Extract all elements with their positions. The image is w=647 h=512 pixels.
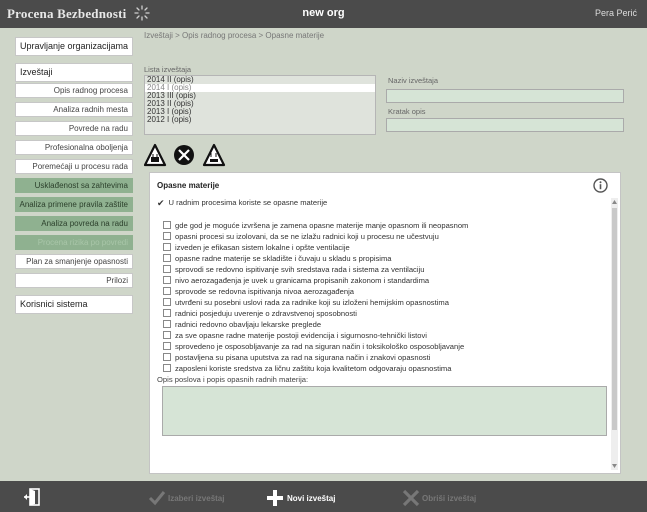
sidebar-item-izvestaji[interactable]: Izveštaji bbox=[15, 63, 133, 82]
checkbox-label: nivo aerozagađenja je uvek u granicama p… bbox=[175, 276, 430, 285]
checkbox-row[interactable]: sprovodi se redovno ispitivanje svih sre… bbox=[163, 265, 424, 275]
breadcrumb: Izveštaji > Opis radnog procesa > Opasne… bbox=[144, 31, 325, 40]
sidebar-subitem-analiza-radnih-mesta[interactable]: Analiza radnih mesta bbox=[15, 102, 133, 117]
checkbox-row[interactable]: radnici posjeduju uverenje o zdravstveno… bbox=[163, 309, 357, 319]
checkbox[interactable] bbox=[163, 298, 171, 306]
hazard-icons bbox=[144, 143, 226, 167]
exit-icon[interactable] bbox=[24, 488, 40, 506]
checkbox[interactable] bbox=[163, 265, 171, 273]
checkbox-label: postavljena su pisana uputstva za rad na… bbox=[175, 353, 431, 362]
top-bar: Procena Bezbednosti new org Pera Perić bbox=[0, 0, 647, 28]
checkbox[interactable] bbox=[163, 364, 171, 372]
sidebar-subitem-analiza-povreda[interactable]: Analiza povreda na radu bbox=[15, 216, 133, 231]
sidebar-subitem-opis-radnog-procesa[interactable]: Opis radnog procesa bbox=[15, 83, 133, 98]
opasne-materije-panel: Opasne materije ✔ U radnim procesima kori… bbox=[149, 172, 621, 474]
checkbox[interactable] bbox=[163, 276, 171, 284]
sidebar-subitem-procena-rizika: Procena rizika po povredi bbox=[15, 235, 133, 250]
naziv-input[interactable] bbox=[386, 89, 624, 103]
checkbox[interactable] bbox=[163, 243, 171, 251]
checkbox[interactable] bbox=[163, 254, 171, 262]
checkbox-label: izveden je efikasan sistem lokalne i opš… bbox=[175, 243, 350, 252]
checkbox-label: sprovedeno je osposobljavanje za rad na … bbox=[175, 342, 465, 351]
checkbox-row[interactable]: postavljena su pisana uputstva za rad na… bbox=[163, 353, 430, 363]
checkbox-row[interactable]: gde god je moguće izvršena je zamena opa… bbox=[163, 221, 468, 231]
checkbox[interactable] bbox=[163, 232, 171, 240]
sidebar-item-korisnici-sistema[interactable]: Korisnici sistema bbox=[15, 295, 133, 314]
kratak-opis-label: Kratak opis bbox=[388, 107, 426, 116]
checkbox-label: radnici redovno obavljaju lekarske pregl… bbox=[175, 320, 322, 329]
main-checkbox-row[interactable]: ✔ U radnim procesima koriste se opasne ma… bbox=[157, 198, 327, 208]
main-area: Izveštaji > Opis radnog procesa > Opasne… bbox=[137, 28, 647, 481]
checkbox-row[interactable]: nivo aerozagađenja je uvek u granicama p… bbox=[163, 276, 429, 286]
select-report-button: Izaberi izveštaj bbox=[168, 494, 225, 503]
kratak-opis-input[interactable] bbox=[386, 118, 624, 132]
checkbox-row[interactable]: sprovedeno je osposobljavanje za rad na … bbox=[163, 342, 464, 352]
org-name: new org bbox=[302, 7, 345, 19]
opis-poslova-textarea[interactable] bbox=[162, 386, 607, 436]
sidebar: Upravljanje organizacijama Izveštaji Opi… bbox=[0, 28, 137, 481]
check-icon bbox=[148, 491, 166, 506]
sidebar-subitem-poremecaji[interactable]: Poremećaji u procesu rada bbox=[15, 159, 133, 174]
delete-x-icon bbox=[402, 489, 420, 507]
hazard-warning-icon[interactable] bbox=[144, 143, 167, 167]
naziv-label: Naziv izveštaja bbox=[388, 76, 439, 85]
opis-poslova-label: Opis poslova i popis opasnih radnih mate… bbox=[157, 375, 309, 384]
checkbox-label: utvrđeni su posebni uslovi rada za radni… bbox=[175, 298, 449, 307]
checkbox-row[interactable]: izveden je efikasan sistem lokalne i opš… bbox=[163, 243, 350, 253]
sidebar-subitem-profesionalna-oboljenja[interactable]: Profesionalna oboljenja bbox=[15, 140, 133, 155]
report-list-item[interactable]: 2012 I (opis) bbox=[145, 116, 375, 124]
checkbox[interactable] bbox=[163, 221, 171, 229]
sidebar-subitem-analiza-primene[interactable]: Analiza primene pravila zaštite bbox=[15, 197, 133, 212]
checkbox-row[interactable]: zaposleni koriste sredstva za ličnu zašt… bbox=[163, 364, 451, 374]
sidebar-subitem-prilozi[interactable]: Prilozi bbox=[15, 273, 133, 288]
checkbox-label: sprovode se redovna ispitivanja nivoa ae… bbox=[175, 287, 354, 296]
checkbox-row[interactable]: za sve opasne radne materije postoji evi… bbox=[163, 331, 427, 341]
checkbox[interactable] bbox=[163, 287, 171, 295]
checkbox[interactable] bbox=[163, 331, 171, 339]
checkbox-label: radnici posjeduju uverenje o zdravstveno… bbox=[175, 309, 357, 318]
checkbox-row[interactable]: utvrđeni su posebni uslovi rada za radni… bbox=[163, 298, 449, 308]
checkbox[interactable] bbox=[163, 320, 171, 328]
checkbox-label: sprovodi se redovno ispitivanje svih sre… bbox=[175, 265, 425, 274]
checkbox-row[interactable]: opasne radne materije se skladište i čuv… bbox=[163, 254, 392, 264]
corrosive-hazard-icon[interactable] bbox=[202, 143, 226, 167]
checkbox[interactable] bbox=[163, 342, 171, 350]
sidebar-item-upravljanje-organizacijama[interactable]: Upravljanje organizacijama bbox=[15, 37, 133, 56]
section-title: Opasne materije bbox=[157, 181, 220, 190]
checkbox-label: gde god je moguće izvršena je zamena opa… bbox=[175, 221, 469, 230]
user-name[interactable]: Pera Perić bbox=[595, 8, 637, 18]
checkbox-label: opasne radne materije se skladište i čuv… bbox=[175, 254, 392, 263]
delete-report-button: Obriši izveštaj bbox=[422, 494, 477, 503]
report-list-label: Lista izveštaja bbox=[144, 65, 192, 74]
forbidden-x-icon[interactable] bbox=[174, 145, 194, 165]
checkbox-label: zaposleni koriste sredstva za ličnu zašt… bbox=[175, 364, 452, 373]
report-list[interactable]: 2014 II (opis) 2014 I (opis) 2013 III (o… bbox=[144, 75, 376, 135]
checkbox-row[interactable]: sprovode se redovna ispitivanja nivoa ae… bbox=[163, 287, 354, 297]
checkbox-checked[interactable]: ✔ bbox=[157, 198, 165, 208]
plus-icon[interactable] bbox=[266, 489, 284, 507]
sidebar-subitem-plan-smanjenja[interactable]: Plan za smanjenje opasnosti bbox=[15, 254, 133, 269]
main-checkbox-label: U radnim procesima koriste se opasne mat… bbox=[168, 198, 328, 207]
sidebar-subitem-povrede-na-radu[interactable]: Povrede na radu bbox=[15, 121, 133, 136]
sidebar-subitem-uskladjenost[interactable]: Usklađenost sa zahtevima bbox=[15, 178, 133, 193]
checkbox-row[interactable]: opasni procesi su izolovani, da se ne iz… bbox=[163, 232, 439, 242]
checkbox-row[interactable]: radnici redovno obavljaju lekarske pregl… bbox=[163, 320, 321, 330]
checkbox[interactable] bbox=[163, 309, 171, 317]
checkbox-label: opasni procesi su izolovani, da se ne iz… bbox=[175, 232, 439, 241]
checkbox-label: za sve opasne radne materije postoji evi… bbox=[175, 331, 427, 340]
info-icon[interactable] bbox=[593, 178, 608, 193]
checkbox[interactable] bbox=[163, 353, 171, 361]
new-report-button[interactable]: Novi izveštaj bbox=[287, 494, 335, 503]
scrollbar[interactable] bbox=[611, 198, 618, 470]
